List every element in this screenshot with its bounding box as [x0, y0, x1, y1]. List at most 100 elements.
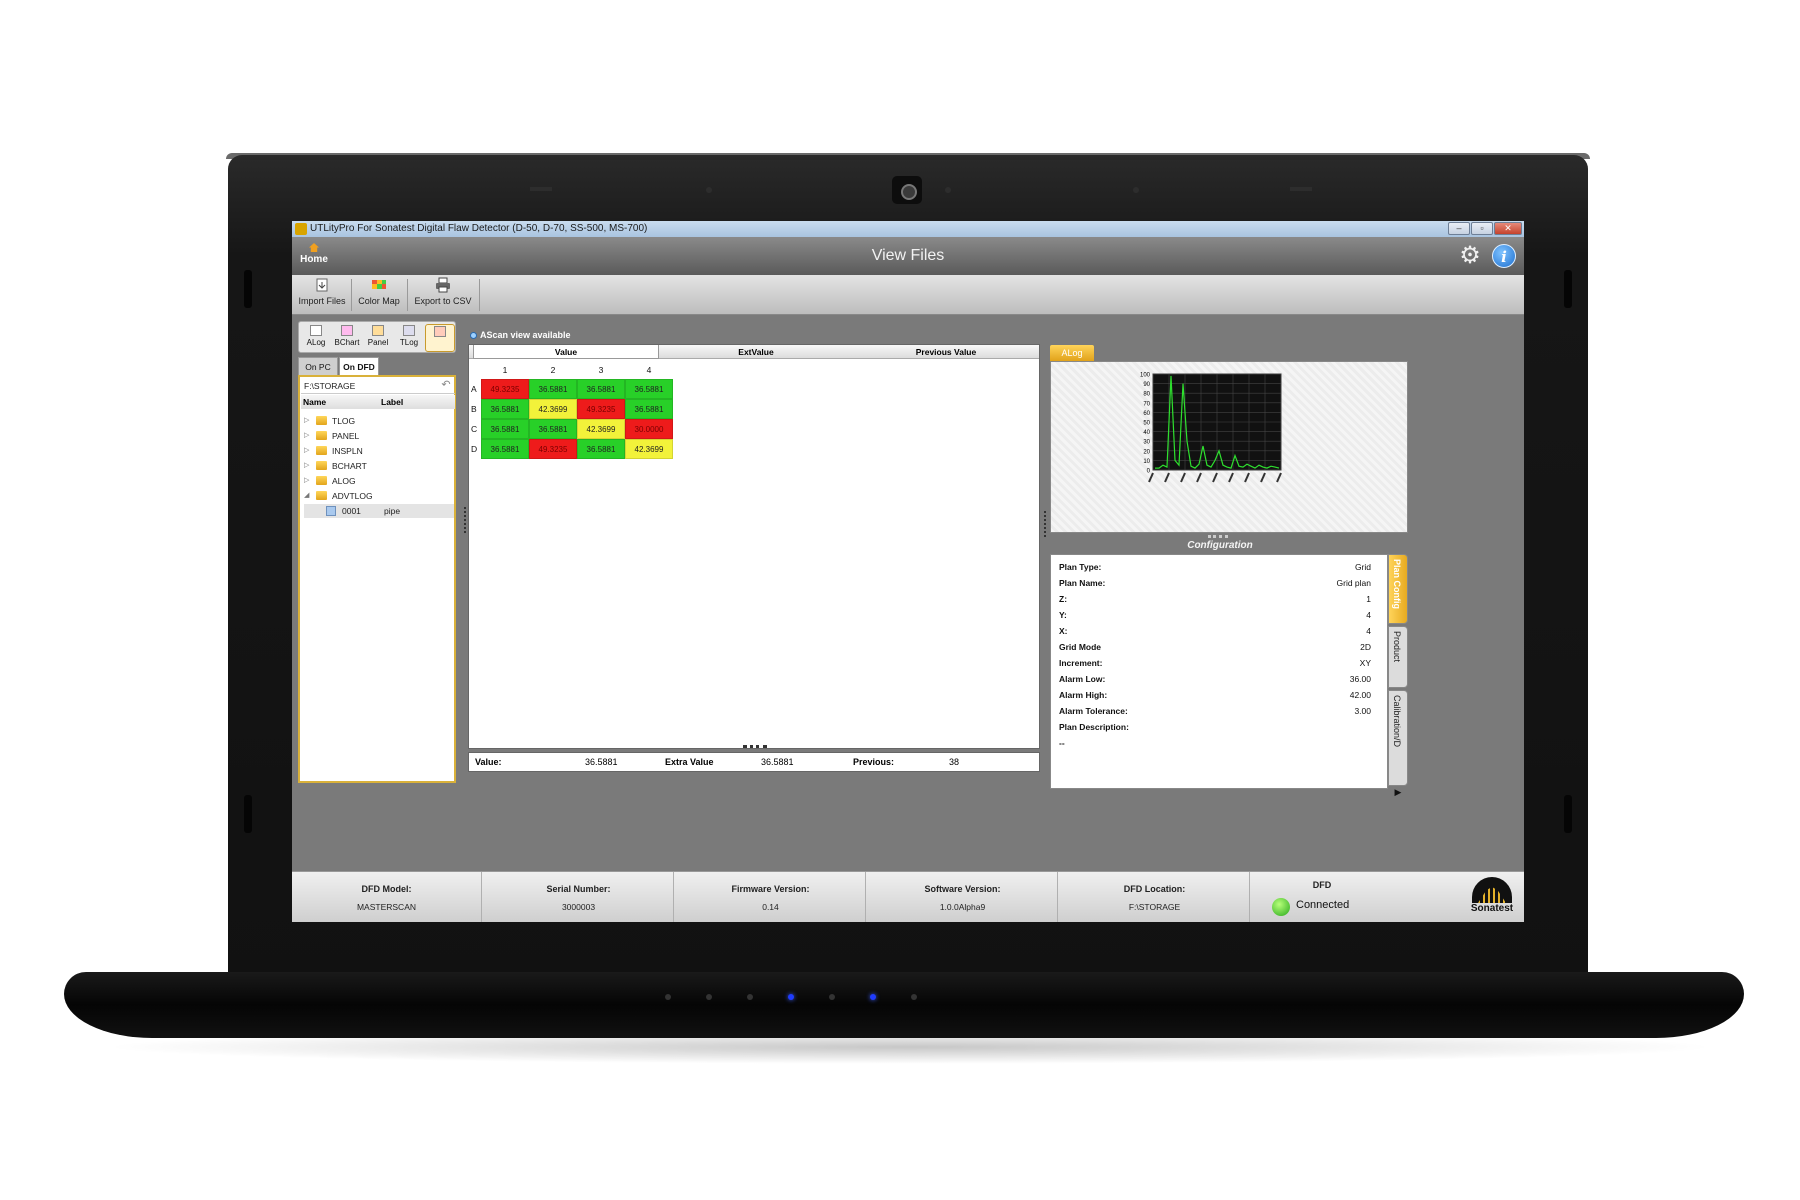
- folder-icon: [316, 446, 327, 455]
- config-value: 42.00: [1349, 690, 1371, 700]
- previous-label: Previous:: [853, 757, 895, 767]
- hinge-tab: [1564, 795, 1572, 833]
- hinge-tab: [244, 270, 252, 308]
- back-icon[interactable]: ↶: [439, 379, 453, 392]
- grid-cell[interactable]: 36.5881: [577, 379, 625, 399]
- grid-cell[interactable]: 36.5881: [529, 379, 577, 399]
- alog-x-tick: [1180, 472, 1186, 483]
- config-row: Plan Name: Grid plan: [1059, 575, 1379, 591]
- color-map-label: Color Map: [358, 296, 400, 306]
- color-map-button[interactable]: Color Map: [354, 277, 404, 313]
- config-key: Alarm Low:: [1059, 674, 1106, 684]
- hinge-tab: [1564, 270, 1572, 308]
- tab-previous-value[interactable]: Previous Value: [853, 345, 1039, 359]
- serial-number: Serial Number: 3000003: [484, 872, 674, 922]
- folder-label: PANEL: [332, 431, 360, 441]
- config-key: Grid Mode: [1059, 642, 1102, 652]
- home-button[interactable]: Home: [296, 240, 332, 272]
- tab-extvalue[interactable]: ExtValue: [663, 345, 849, 359]
- firmware-version: Firmware Version: 0.14: [676, 872, 866, 922]
- splitter-handle[interactable]: [1044, 511, 1048, 537]
- folder-icon: [316, 491, 327, 500]
- folder-tlog[interactable]: ▷ TLOG: [304, 414, 454, 428]
- info-value: 1.0.0Alpha9: [939, 902, 986, 912]
- grid-cell[interactable]: 42.3699: [625, 439, 673, 459]
- tab-on-dfd[interactable]: On DFD: [339, 357, 379, 375]
- alog-tab[interactable]: ALog: [1050, 345, 1094, 361]
- minimize-button[interactable]: –: [1448, 222, 1470, 235]
- folder-label: ALOG: [332, 476, 356, 486]
- config-row: X: 4: [1059, 623, 1379, 639]
- app-screen: UTLityPro For Sonatest Digital Flaw Dete…: [292, 221, 1524, 922]
- ascan-notice-text: AScan view available: [480, 330, 571, 340]
- side-tab-label: Calibration/D: [1392, 695, 1402, 748]
- config-key: Alarm High:: [1059, 690, 1108, 700]
- folder-advtlog[interactable]: ◢ ADVTLOG: [304, 489, 454, 503]
- config-row: Y: 4: [1059, 607, 1379, 623]
- grid-cell[interactable]: 36.5881: [577, 439, 625, 459]
- config-value: 3.00: [1354, 706, 1371, 716]
- config-row: --: [1059, 735, 1379, 751]
- status-led: [665, 994, 671, 1000]
- alog-y-tick: 30: [1143, 440, 1150, 446]
- file-type-bar: ALog BChart Panel TLog: [298, 321, 456, 353]
- import-files-button[interactable]: Import Files: [296, 277, 348, 313]
- grid-cell[interactable]: 36.5881: [625, 379, 673, 399]
- file-tree: F:\STORAGE ↶ Name Label ▷ TLOG ▷ PANEL ▷ IN…: [298, 375, 456, 783]
- path-field[interactable]: F:\STORAGE ↶: [301, 378, 455, 394]
- column-label[interactable]: Label: [381, 395, 403, 409]
- source-tabs: On PC On DFD: [298, 357, 456, 375]
- column-name[interactable]: Name: [303, 395, 326, 409]
- alog-y-tick: 20: [1143, 449, 1150, 455]
- maximize-button[interactable]: ▫: [1471, 222, 1493, 235]
- tab-value[interactable]: Value: [473, 345, 659, 359]
- folder-bchart[interactable]: ▷ BCHART: [304, 459, 454, 473]
- filetype-tlog-button[interactable]: TLog: [394, 324, 424, 352]
- file-icon: [326, 506, 336, 516]
- grid-cell[interactable]: 36.5881: [625, 399, 673, 419]
- folder-icon: [316, 461, 327, 470]
- grid-cell[interactable]: 49.3235: [481, 379, 529, 399]
- grid-cell[interactable]: 42.3699: [577, 419, 625, 439]
- tab-on-pc[interactable]: On PC: [298, 357, 338, 375]
- alog-y-tick: 80: [1143, 392, 1150, 398]
- grid-cell[interactable]: 36.5881: [481, 439, 529, 459]
- grid-cell[interactable]: 30.0000: [625, 419, 673, 439]
- extra-value-label: Extra Value: [665, 757, 714, 767]
- alog-x-tick: [1228, 472, 1234, 483]
- grid-cell[interactable]: 36.5881: [481, 419, 529, 439]
- folder-alog[interactable]: ▷ ALOG: [304, 474, 454, 488]
- hinge-tab: [244, 795, 252, 833]
- filetype-advtlog-button[interactable]: [425, 324, 455, 352]
- filetype-panel-button[interactable]: Panel: [363, 324, 393, 352]
- tab-product[interactable]: Product: [1388, 626, 1408, 688]
- close-button[interactable]: ✕: [1494, 222, 1522, 235]
- config-value: Grid: [1354, 562, 1371, 572]
- alog-x-tick: [1164, 472, 1170, 483]
- export-csv-button[interactable]: Export to CSV: [410, 277, 476, 313]
- grid-cell[interactable]: 36.5881: [481, 399, 529, 419]
- config-side-tabs: Plan Config Product Calibration/D: [1388, 554, 1408, 807]
- grid-cell[interactable]: 36.5881: [529, 419, 577, 439]
- dfd-location: DFD Location: F:\STORAGE: [1060, 872, 1250, 922]
- grid-cell[interactable]: 49.3235: [529, 439, 577, 459]
- filetype-bchart-button[interactable]: BChart: [332, 324, 362, 352]
- gear-icon[interactable]: ⚙: [1458, 244, 1482, 268]
- folder-panel[interactable]: ▷ PANEL: [304, 429, 454, 443]
- filetype-alog-button[interactable]: ALog: [301, 324, 331, 352]
- import-icon: [316, 278, 328, 292]
- file-row[interactable]: 0001 pipe: [304, 504, 454, 518]
- folder-inspln[interactable]: ▷ INSPLN: [304, 444, 454, 458]
- tab-calibration[interactable]: Calibration/D: [1388, 690, 1408, 786]
- splitter-handle[interactable]: [743, 745, 767, 749]
- tab-plan-config[interactable]: Plan Config: [1388, 554, 1408, 624]
- info-icon[interactable]: i: [1492, 244, 1516, 268]
- grid-cell[interactable]: 42.3699: [529, 399, 577, 419]
- connection-status-text: Connected: [1296, 899, 1350, 911]
- file-browser-panel: ALog BChart Panel TLog On PC On DFD F:\S…: [298, 321, 460, 783]
- value-readout: 36.5881: [585, 757, 618, 767]
- webcam-icon: [892, 176, 922, 204]
- info-value: 3000003: [561, 902, 596, 912]
- grid-cell[interactable]: 49.3235: [577, 399, 625, 419]
- more-tabs-arrow[interactable]: ▶: [1390, 787, 1406, 803]
